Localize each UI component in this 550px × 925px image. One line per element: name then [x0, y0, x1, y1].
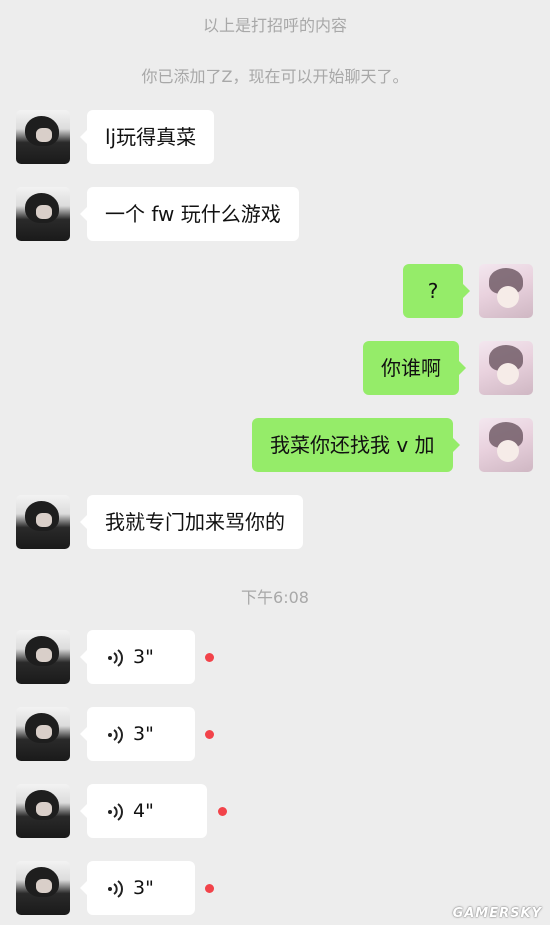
unread-dot: [205, 730, 214, 739]
peer-avatar[interactable]: [16, 861, 70, 915]
message-timestamp: 下午6:08: [241, 588, 309, 607]
self-avatar[interactable]: [479, 264, 533, 318]
message-bubble-incoming[interactable]: 一个 fw 玩什么游戏: [80, 187, 299, 241]
unread-dot: [218, 807, 227, 816]
voice-wave-icon: [108, 802, 123, 821]
voice-wave-icon: [108, 879, 123, 898]
friend-added-note: 你已添加了Z，现在可以开始聊天了。: [141, 67, 409, 86]
unread-dot: [205, 653, 214, 662]
watermark: GAMERSKY: [452, 906, 542, 921]
voice-message[interactable]: 3": [80, 861, 195, 915]
self-avatar[interactable]: [479, 341, 533, 395]
voice-wave-icon: [108, 648, 123, 667]
voice-message[interactable]: 4": [80, 784, 207, 838]
peer-avatar[interactable]: [16, 707, 70, 761]
voice-duration: 3": [133, 723, 154, 745]
unread-dot: [205, 884, 214, 893]
message-bubble-outgoing[interactable]: ?: [403, 264, 470, 318]
peer-avatar[interactable]: [16, 495, 70, 549]
voice-message[interactable]: 3": [80, 630, 195, 684]
peer-avatar[interactable]: [16, 187, 70, 241]
peer-avatar[interactable]: [16, 630, 70, 684]
peer-avatar[interactable]: [16, 110, 70, 164]
greeting-note: 以上是打招呼的内容: [202, 16, 347, 35]
voice-message[interactable]: 3": [80, 707, 195, 761]
voice-duration: 4": [133, 800, 154, 822]
message-bubble-outgoing[interactable]: 你谁啊: [363, 341, 466, 395]
peer-avatar[interactable]: [16, 784, 70, 838]
message-bubble-incoming[interactable]: 我就专门加来骂你的: [80, 495, 303, 549]
voice-wave-icon: [108, 725, 123, 744]
voice-duration: 3": [133, 646, 154, 668]
message-bubble-outgoing[interactable]: 我菜你还找我 v 加: [252, 418, 460, 472]
message-bubble-incoming[interactable]: lj玩得真菜: [79, 110, 215, 164]
voice-duration: 3": [133, 877, 154, 899]
self-avatar[interactable]: [479, 418, 533, 472]
